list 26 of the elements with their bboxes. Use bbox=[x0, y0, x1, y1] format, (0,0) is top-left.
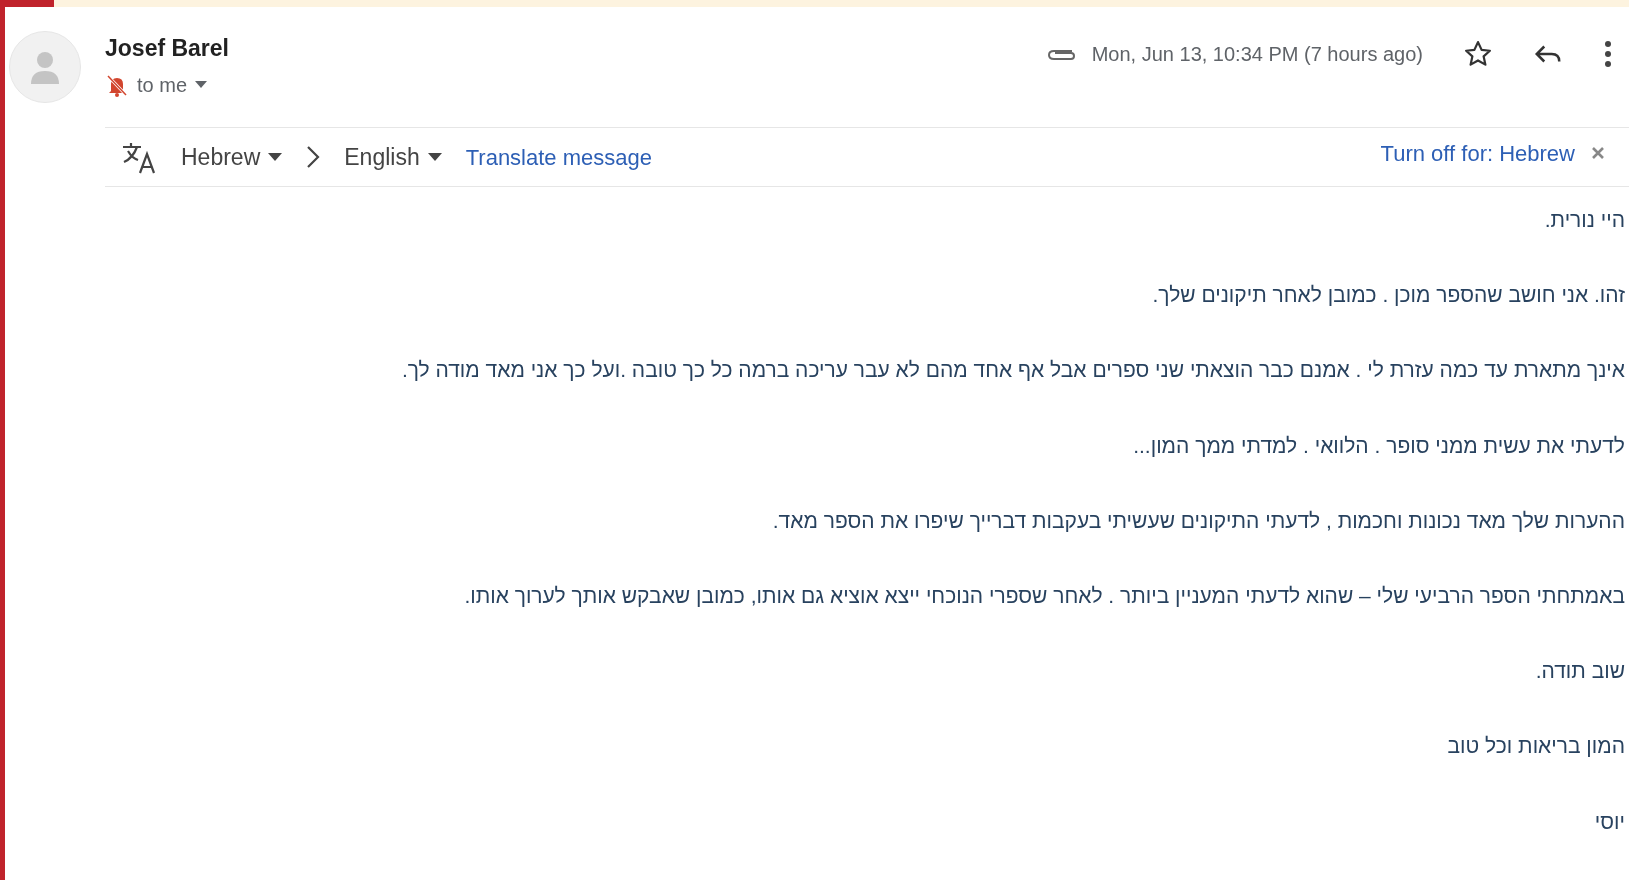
chevron-right-icon bbox=[306, 145, 321, 169]
close-button[interactable] bbox=[1591, 146, 1605, 160]
sender-name: Josef Barel bbox=[105, 34, 229, 63]
translate-icon bbox=[121, 140, 157, 174]
message-paragraph: יוסי bbox=[1593, 808, 1625, 834]
source-language-dropdown[interactable]: Hebrew bbox=[181, 139, 283, 175]
person-icon bbox=[30, 50, 60, 84]
message-paragraph: שוב תודה. bbox=[1534, 658, 1625, 684]
more-options-button[interactable] bbox=[1603, 39, 1613, 69]
message-paragraph: באמתחתי הספר הרביעי שלי – שהוא לדעתי המעניין ביותר . לאחר שספרי הנוכחי ייצא אוציא גם אותו, כמובן שאבקש אותך לערוך אותו. bbox=[463, 582, 1625, 609]
caret-icon bbox=[427, 153, 442, 161]
recipient-dropdown[interactable]: to me bbox=[137, 69, 208, 100]
turn-off-translation-link[interactable]: Turn off for: Hebrew bbox=[1380, 136, 1575, 170]
star-button[interactable] bbox=[1463, 39, 1493, 69]
message-paragraph: זהו. אני חושב שהספר מוכן . כמובן לאחר תיקונים שלך. bbox=[1151, 282, 1625, 308]
caret-icon bbox=[195, 81, 208, 88]
message-paragraph: לדעתי את עשית ממני סופר . הלוואי . למדתי ממך המון... bbox=[1132, 432, 1625, 458]
message-paragraph: אינך מתארת עד כמה עזרת לי . אמנם כבר הוצאתי שני ספרים אבל אף אחד מהם לא עבר עריכה ברמה כל כך טובה .ועל כך אני מאד מודה לך. bbox=[400, 357, 1625, 383]
message-paragraph: היי נורית. bbox=[1543, 207, 1625, 233]
caret-icon bbox=[268, 153, 283, 161]
translate-message-link[interactable]: Translate message bbox=[465, 140, 652, 174]
muted-bell-icon bbox=[105, 72, 129, 97]
message-paragraph: המון בריאות וכל טוב bbox=[1446, 733, 1625, 759]
date-time: Mon, Jun 13, 10:34 PM (7 hours ago) bbox=[1091, 42, 1423, 67]
target-language-dropdown[interactable]: English bbox=[344, 139, 442, 175]
message-paragraph: ההערות שלך מאד נכונות וחכמות , לדעתי התיקונים שעשיתי בעקבות דברייך שיפרו את הספר מאד. bbox=[771, 507, 1625, 533]
